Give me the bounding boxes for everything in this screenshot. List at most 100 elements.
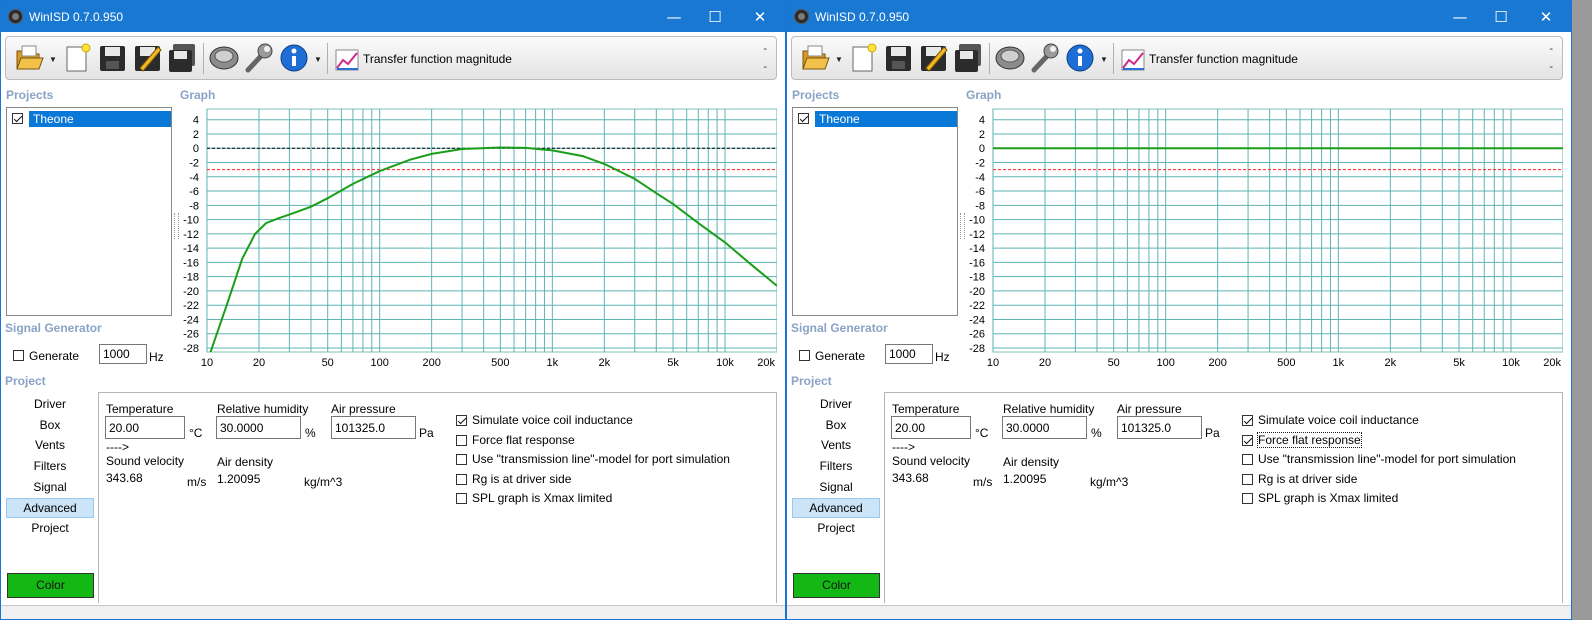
info-button[interactable]: [1065, 42, 1095, 74]
option-label[interactable]: Simulate voice coil inductance: [472, 413, 633, 427]
nav-advanced[interactable]: Advanced: [6, 497, 94, 518]
option-label[interactable]: Use "transmission line"-model for port s…: [472, 452, 730, 466]
nav-filters[interactable]: Filters: [6, 456, 94, 476]
x-tick-label: 5k: [1453, 357, 1465, 369]
option-checkbox[interactable]: [1242, 454, 1253, 465]
humidity-input[interactable]: 30.0000: [1002, 416, 1087, 439]
x-tick-label: 20k: [757, 357, 775, 369]
temperature-unit: °C: [189, 426, 203, 440]
new-project-button[interactable]: [848, 42, 878, 74]
nav-vents[interactable]: Vents: [6, 435, 94, 455]
frequency-input[interactable]: 1000: [99, 344, 147, 364]
pressure-input[interactable]: 101325.0: [1117, 416, 1202, 439]
tools-button[interactable]: [1030, 42, 1060, 74]
nav-signal[interactable]: Signal: [6, 477, 94, 497]
project-checkbox[interactable]: [12, 113, 23, 124]
sound-velocity-label: Sound velocity: [892, 454, 971, 468]
project-name[interactable]: Theone: [29, 111, 171, 127]
y-tick-label: 2: [193, 129, 199, 141]
nav-vents[interactable]: Vents: [792, 435, 880, 455]
option-checkbox[interactable]: [1242, 415, 1253, 426]
option-label[interactable]: SPL graph is Xmax limited: [1258, 491, 1398, 505]
graph-type-icon[interactable]: [333, 42, 363, 74]
pressure-input[interactable]: 101325.0: [331, 416, 416, 439]
driver-editor-button[interactable]: [208, 42, 239, 74]
nav-advanced[interactable]: Advanced: [792, 497, 880, 518]
nav-driver[interactable]: Driver: [6, 394, 94, 414]
y-tick-label: -26: [969, 329, 985, 341]
tools-button[interactable]: [244, 42, 274, 74]
toolbar-separator: [203, 43, 204, 74]
save-as-button[interactable]: [132, 42, 162, 74]
temperature-label: Temperature: [106, 402, 174, 416]
open-dropdown-arrow[interactable]: ▼: [49, 55, 57, 64]
toolbar: ▼ ▼ Transfer function magnitude - -: [791, 36, 1563, 80]
save-all-button[interactable]: [953, 42, 983, 74]
close-button[interactable]: ✕: [737, 1, 783, 32]
driver-editor-button[interactable]: [994, 42, 1025, 74]
save-button[interactable]: [97, 42, 127, 74]
option-label[interactable]: Rg is at driver side: [1258, 472, 1357, 486]
project-item[interactable]: Theone: [796, 111, 958, 127]
generate-checkbox[interactable]: [13, 350, 24, 361]
option-label[interactable]: SPL graph is Xmax limited: [472, 491, 612, 505]
graph-type-icon[interactable]: [1119, 42, 1149, 74]
y-tick-label: -28: [969, 343, 985, 355]
nav-filters[interactable]: Filters: [792, 456, 880, 476]
color-button[interactable]: Color: [7, 573, 94, 598]
x-tick-label: 2k: [1385, 357, 1397, 369]
info-dropdown-arrow[interactable]: ▼: [1100, 55, 1108, 64]
minimize-button[interactable]: —: [651, 1, 697, 32]
nav-driver[interactable]: Driver: [792, 394, 880, 414]
frequency-input[interactable]: 1000: [885, 344, 933, 364]
color-button[interactable]: Color: [793, 573, 880, 598]
projects-list[interactable]: Theone: [792, 107, 958, 316]
save-button[interactable]: [883, 42, 913, 74]
close-button[interactable]: ✕: [1523, 1, 1569, 32]
option-checkbox[interactable]: [1242, 434, 1253, 446]
sound-velocity-value: 343.68: [106, 471, 143, 485]
humidity-input[interactable]: 30.0000: [216, 416, 301, 439]
x-tick-label: 100: [370, 357, 388, 369]
projects-list[interactable]: Theone: [6, 107, 172, 316]
option-checkbox[interactable]: [456, 434, 467, 446]
option-label[interactable]: Force flat response: [1257, 431, 1362, 448]
option-checkbox[interactable]: [456, 415, 467, 426]
new-project-button[interactable]: [62, 42, 92, 74]
nav-signal[interactable]: Signal: [792, 477, 880, 497]
graph-type-label[interactable]: Transfer function magnitude: [1149, 52, 1298, 66]
open-folder-button[interactable]: [14, 42, 44, 74]
generate-checkbox[interactable]: [799, 350, 810, 361]
maximize-button[interactable]: ☐: [692, 1, 738, 32]
save-as-button[interactable]: [918, 42, 948, 74]
option-checkbox[interactable]: [456, 454, 467, 465]
option-checkbox[interactable]: [1242, 473, 1253, 485]
graph-type-label[interactable]: Transfer function magnitude: [363, 52, 512, 66]
minimize-button[interactable]: —: [1437, 1, 1483, 32]
option-checkbox[interactable]: [456, 493, 467, 504]
info-dropdown-arrow[interactable]: ▼: [314, 55, 322, 64]
open-folder-button[interactable]: [800, 42, 830, 74]
maximize-button[interactable]: ☐: [1478, 1, 1524, 32]
nav-box[interactable]: Box: [6, 415, 94, 435]
project-item[interactable]: Theone: [10, 111, 172, 127]
option-label[interactable]: Simulate voice coil inductance: [1258, 413, 1419, 427]
option-checkbox[interactable]: [456, 473, 467, 485]
open-dropdown-arrow[interactable]: ▼: [835, 55, 843, 64]
app-window-right: WinISD 0.7.0.950 — ☐ ✕ ▼ ▼ Transfer function m…: [786, 0, 1572, 620]
project-name[interactable]: Theone: [815, 111, 957, 127]
option-label[interactable]: Rg is at driver side: [472, 472, 571, 486]
save-all-button[interactable]: [167, 42, 197, 74]
info-button[interactable]: [279, 42, 309, 74]
option-label[interactable]: Force flat response: [472, 433, 575, 447]
option-checkbox[interactable]: [1242, 493, 1253, 504]
temperature-input[interactable]: 20.00: [891, 416, 971, 439]
nav-project[interactable]: Project: [792, 518, 880, 538]
y-tick-label: -14: [969, 243, 985, 255]
project-checkbox[interactable]: [798, 113, 809, 124]
option-label[interactable]: Use "transmission line"-model for port s…: [1258, 452, 1516, 466]
temperature-input[interactable]: 20.00: [105, 416, 185, 439]
nav-project[interactable]: Project: [6, 518, 94, 538]
nav-box[interactable]: Box: [792, 415, 880, 435]
plot-area: [992, 108, 1564, 353]
